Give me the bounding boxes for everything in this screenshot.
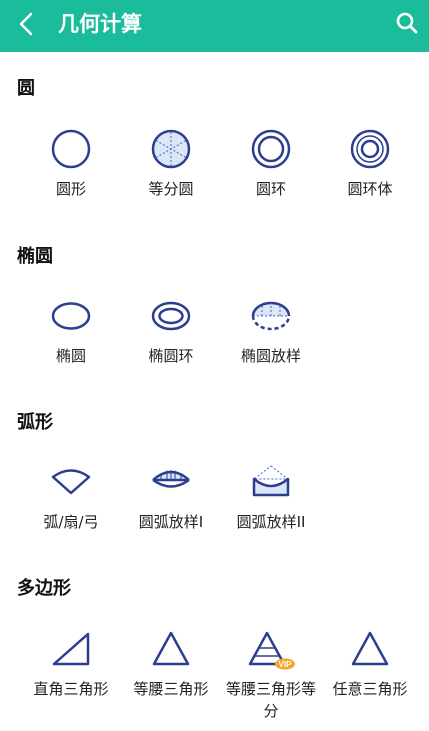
arc-sector-icon <box>51 469 91 495</box>
item-label: 等腰三角形 <box>133 680 209 698</box>
arc-layout-2-icon <box>252 465 290 497</box>
item-label: 圆环 <box>255 180 286 198</box>
item-label: 椭圆环 <box>148 347 194 365</box>
section-title-ellipse: 椭圆 <box>17 246 53 267</box>
arc-layout-1-icon <box>152 470 190 488</box>
section-title-polygon: 多边形 <box>17 578 71 599</box>
item-circle[interactable]: 圆形 <box>21 128 121 200</box>
page-title: 几何计算 <box>58 12 142 36</box>
item-ellipse-ring[interactable]: 椭圆环 <box>121 295 221 367</box>
right-triangle-icon <box>52 632 90 666</box>
item-label: 等分圆 <box>148 180 194 198</box>
item-label: 圆环体 <box>347 180 393 198</box>
item-ring[interactable]: 圆环 <box>221 128 321 200</box>
item-isosceles-triangle[interactable]: 等腰三角形 <box>121 628 221 700</box>
item-triangle[interactable]: 任意三角形 <box>320 628 420 700</box>
item-ellipse-layout[interactable]: 椭圆放样 <box>221 295 321 367</box>
ellipse-icon <box>51 302 91 330</box>
item-label: 圆形 <box>55 180 86 198</box>
item-arc-layout-1[interactable]: 圆弧放样I <box>121 461 221 533</box>
item-label: 圆弧放样I <box>138 513 204 531</box>
item-arc-layout-2[interactable]: 圆弧放样II <box>221 461 321 533</box>
circle-icon <box>51 129 91 169</box>
item-divided-circle[interactable]: 等分圆 <box>121 128 221 200</box>
item-ellipse[interactable]: 椭圆 <box>21 295 121 367</box>
chevron-left-icon[interactable] <box>12 9 42 39</box>
section-title-arc: 弧形 <box>17 412 53 433</box>
torus-icon <box>350 129 390 169</box>
section-title-circle: 圆 <box>17 78 35 99</box>
item-label: 弧/扇/弓 <box>43 513 99 531</box>
search-icon[interactable] <box>395 11 419 35</box>
ring-icon <box>251 129 291 169</box>
top-app-bar: 几何计算 <box>0 0 429 52</box>
divided-circle-icon <box>151 129 191 169</box>
item-label: 圆弧放样II <box>236 513 306 531</box>
item-arc-sector[interactable]: 弧/扇/弓 <box>21 461 121 533</box>
item-label: 直角三角形 <box>33 680 109 698</box>
item-label: 任意三角形 <box>332 680 408 698</box>
triangle-icon <box>351 631 389 666</box>
isosceles-triangle-divided-icon: VIP <box>248 631 295 670</box>
item-label: 椭圆 <box>55 347 86 365</box>
isosceles-triangle-icon <box>152 631 190 666</box>
vip-badge-text: VIP <box>279 660 293 669</box>
ellipse-layout-icon <box>251 301 291 331</box>
item-isosceles-triangle-divided[interactable]: VIP 等腰三角形等分 <box>221 628 321 722</box>
item-label: 椭圆放样 <box>240 347 301 365</box>
item-torus[interactable]: 圆环体 <box>320 128 420 200</box>
ellipse-ring-icon <box>151 301 191 331</box>
item-right-triangle[interactable]: 直角三角形 <box>21 628 121 700</box>
item-label: 等腰三角形等分 <box>225 680 316 720</box>
